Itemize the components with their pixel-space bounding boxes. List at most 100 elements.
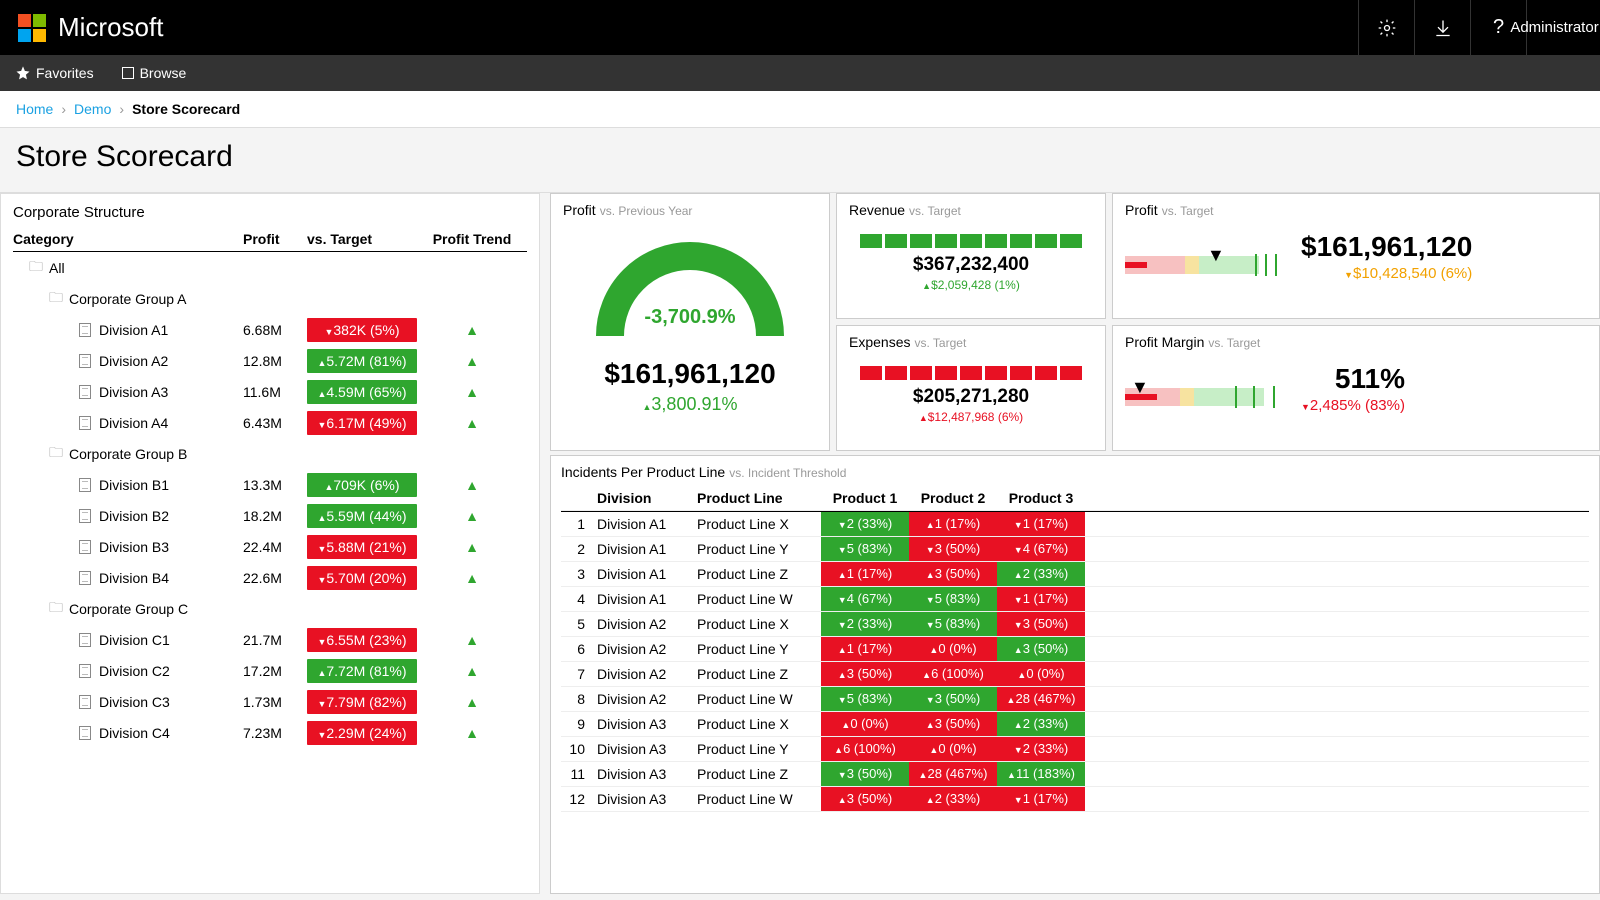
tree-row-group[interactable]: 🗀Corporate Group B (13, 438, 527, 469)
tree-row-division[interactable]: Division A4 6.43M ▼6.17M (49%) ▲ (13, 407, 527, 438)
incident-row[interactable]: 6 Division A2 Product Line Y ▲1 (17%)▲0 … (561, 637, 1589, 662)
col-target: vs. Target (307, 231, 417, 247)
card-title: Profit (563, 202, 596, 218)
incident-cell: ▲3 (50%) (997, 637, 1085, 662)
row-division: Division A2 (591, 687, 691, 712)
user-menu[interactable]: Administrator (1526, 0, 1582, 55)
division-label: Division B4 (99, 570, 169, 586)
incident-row[interactable]: 4 Division A1 Product Line W ▼4 (67%)▼5 … (561, 587, 1589, 612)
incident-cell: ▲6 (100%) (821, 737, 909, 762)
profit-cell: 12.8M (243, 353, 307, 369)
incident-cell: ▲3 (50%) (821, 662, 909, 687)
trend-up-icon: ▲ (417, 415, 527, 431)
folder-icon: 🗀 (49, 442, 63, 466)
incident-row[interactable]: 3 Division A1 Product Line Z ▲1 (17%)▲3 … (561, 562, 1589, 587)
tree-row-division[interactable]: Division B4 22.6M ▼5.70M (20%) ▲ (13, 562, 527, 593)
incident-cell: ▲11 (183%) (997, 762, 1085, 787)
page-title: Store Scorecard (0, 128, 1600, 193)
profit-cell: 13.3M (243, 477, 307, 493)
col-trend: Profit Trend (417, 231, 527, 247)
row-division: Division A3 (591, 787, 691, 812)
expenses-value: $205,271,280 (849, 386, 1093, 408)
incidents-title: Incidents Per Product Line (561, 464, 725, 480)
tree-row-all[interactable]: 🗀All (13, 252, 527, 283)
target-badge: ▼382K (5%) (307, 318, 417, 342)
tree-row-division[interactable]: Division C4 7.23M ▼2.29M (24%) ▲ (13, 717, 527, 748)
incident-cell: ▲3 (50%) (909, 562, 997, 587)
tree-body: 🗀All🗀Corporate Group A Division A1 6.68M… (13, 252, 527, 748)
expenses-card[interactable]: Expensesvs. Target $205,271,280 ▲$12,487… (836, 325, 1106, 451)
division-label: Division A2 (99, 353, 168, 369)
incident-cell: ▲2 (33%) (997, 562, 1085, 587)
gauge-chart: -3,700.9% (585, 236, 795, 346)
folder-icon: 🗀 (49, 597, 63, 621)
row-division: Division A2 (591, 637, 691, 662)
division-label: Division A3 (99, 384, 168, 400)
revenue-card[interactable]: Revenuevs. Target $367,232,400 ▲$2,059,4… (836, 193, 1106, 319)
tree-row-division[interactable]: Division B3 22.4M ▼5.88M (21%) ▲ (13, 531, 527, 562)
incident-cell: ▼5 (83%) (909, 612, 997, 637)
incident-cell: ▼1 (17%) (997, 512, 1085, 537)
chevron-right-icon: › (119, 101, 124, 117)
row-num: 1 (561, 512, 591, 537)
target-badge: ▲4.59M (65%) (307, 380, 417, 404)
tree-row-group[interactable]: 🗀 Corporate Group C (13, 593, 527, 624)
nav-favorites[interactable]: Favorites (16, 65, 94, 81)
incident-row[interactable]: 2 Division A1 Product Line Y ▼5 (83%)▼3 … (561, 537, 1589, 562)
tree-row-division[interactable]: Division C1 21.7M ▼6.55M (23%) ▲ (13, 624, 527, 655)
settings-button[interactable] (1358, 0, 1414, 55)
page-icon (79, 323, 91, 337)
incident-row[interactable]: 8 Division A2 Product Line W ▼5 (83%)▼3 … (561, 687, 1589, 712)
margin-card[interactable]: Profit Marginvs. Target ▼ 511% ▼2,485% (… (1112, 325, 1600, 451)
division-label: Division C4 (99, 725, 170, 741)
row-num: 12 (561, 787, 591, 812)
profit-cell: 18.2M (243, 508, 307, 524)
incident-cell: ▲2 (33%) (909, 787, 997, 812)
incident-row[interactable]: 5 Division A2 Product Line X ▼2 (33%)▼5 … (561, 612, 1589, 637)
tree-row-division[interactable]: Division C2 17.2M ▲7.72M (81%) ▲ (13, 655, 527, 686)
incident-row[interactable]: 10 Division A3 Product Line Y ▲6 (100%)▲… (561, 737, 1589, 762)
tree-row-division[interactable]: Division A3 11.6M ▲4.59M (65%) ▲ (13, 376, 527, 407)
tree-label: Corporate Group A (69, 291, 187, 307)
row-division: Division A1 (591, 537, 691, 562)
row-product-line: Product Line Y (691, 637, 821, 662)
incident-row[interactable]: 7 Division A2 Product Line Z ▲3 (50%)▲6 … (561, 662, 1589, 687)
profit-target-card[interactable]: Profitvs. Target ▼ $161,961,120 ▼$10,428… (1112, 193, 1600, 319)
profit-prev-year-card[interactable]: Profitvs. Previous Year -3,700.9% $161,9… (550, 193, 830, 451)
trend-up-icon: ▲ (417, 663, 527, 679)
tree-label: Corporate Group C (69, 601, 188, 617)
incident-row[interactable]: 9 Division A3 Product Line X ▲0 (0%)▲3 (… (561, 712, 1589, 737)
chevron-right-icon: › (61, 101, 66, 117)
target-badge: ▲709K (6%) (307, 473, 417, 497)
row-product-line: Product Line Y (691, 537, 821, 562)
tree-row-division[interactable]: Division B1 13.3M ▲709K (6%) ▲ (13, 469, 527, 500)
margin-value: 511% (1335, 363, 1405, 395)
tree-row-division[interactable]: Division C3 1.73M ▼7.79M (82%) ▲ (13, 686, 527, 717)
download-button[interactable] (1414, 0, 1470, 55)
tree-row-division[interactable]: Division A1 6.68M ▼382K (5%) ▲ (13, 314, 527, 345)
crumb-demo[interactable]: Demo (74, 101, 111, 117)
incident-cell: ▲0 (0%) (821, 712, 909, 737)
incident-row[interactable]: 11 Division A3 Product Line Z ▼3 (50%)▲2… (561, 762, 1589, 787)
profit-cell: 6.43M (243, 415, 307, 431)
division-label: Division B1 (99, 477, 169, 493)
incident-cell: ▼3 (50%) (997, 612, 1085, 637)
incident-row[interactable]: 12 Division A3 Product Line W ▲3 (50%)▲2… (561, 787, 1589, 812)
nav-browse[interactable]: Browse (122, 65, 187, 81)
crumb-home[interactable]: Home (16, 101, 53, 117)
tree-row-division[interactable]: Division A2 12.8M ▲5.72M (81%) ▲ (13, 345, 527, 376)
tree-row-division[interactable]: Division B2 18.2M ▲5.59M (44%) ▲ (13, 500, 527, 531)
breadcrumb: Home › Demo › Store Scorecard (0, 91, 1600, 128)
row-num: 7 (561, 662, 591, 687)
target-badge: ▲7.72M (81%) (307, 659, 417, 683)
page-icon (79, 416, 91, 430)
target-badge: ▼5.88M (21%) (307, 535, 417, 559)
incident-row[interactable]: 1 Division A1 Product Line X ▼2 (33%)▲1 … (561, 512, 1589, 537)
trend-up-icon: ▲ (417, 384, 527, 400)
incident-cell: ▲28 (467%) (909, 762, 997, 787)
card-title: Revenue (849, 202, 905, 218)
incident-cell: ▼5 (83%) (821, 687, 909, 712)
tree-row-group[interactable]: 🗀Corporate Group A (13, 283, 527, 314)
crumb-current: Store Scorecard (132, 101, 240, 117)
card-title: Profit Margin (1125, 334, 1204, 350)
